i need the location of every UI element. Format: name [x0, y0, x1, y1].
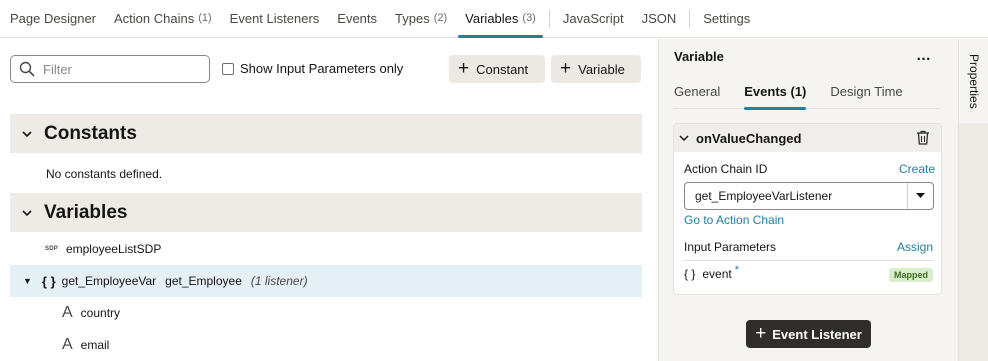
tab-general[interactable]: General [674, 79, 720, 109]
variable-type: get_Employee [165, 274, 242, 288]
mapped-badge: Mapped [889, 268, 934, 282]
tab-label: JSON [641, 10, 677, 26]
plus-icon: + [560, 57, 572, 79]
filter-input-box[interactable] [10, 55, 210, 83]
properties-rail-tab[interactable]: Properties [959, 39, 988, 123]
action-chain-select[interactable]: get_EmployeeVarListener [684, 182, 934, 210]
chevron-down-icon [22, 130, 34, 138]
properties-title: Variable [674, 49, 724, 64]
section-title: Constants [44, 122, 137, 144]
tab-events[interactable]: Events [328, 0, 386, 37]
chevron-down-icon [22, 209, 34, 217]
tab-json[interactable]: JSON [633, 0, 686, 37]
object-icon: { } [41, 273, 56, 289]
field-name: email [80, 338, 110, 352]
param-name: event [702, 267, 732, 281]
no-constants-message: No constants defined. [46, 167, 163, 181]
select-value: get_EmployeeVarListener [695, 189, 833, 203]
tab-label: Settings [703, 10, 751, 26]
object-icon: { } [684, 267, 696, 281]
button-label: Variable [578, 61, 625, 77]
field-row-email[interactable]: A email [10, 329, 642, 361]
constants-section-header[interactable]: Constants [10, 114, 642, 153]
designer-tab-bar: Page Designer Action Chains (1) Event Lis… [0, 0, 988, 38]
listener-count: (1 listener) [250, 274, 308, 288]
filter-input[interactable] [43, 61, 193, 77]
tab-page-designer[interactable]: Page Designer [0, 0, 105, 37]
sdp-icon: SDP [45, 246, 58, 252]
add-constant-button[interactable]: + Constant [449, 55, 545, 83]
search-icon [19, 61, 35, 77]
event-name: onValueChanged [696, 130, 802, 146]
assign-link[interactable]: Assign [897, 240, 933, 254]
properties-panel: Variable … General Events (1) Design Tim… [658, 39, 958, 361]
checkbox-label: Show Input Parameters only [240, 61, 404, 76]
tab-label: Variables [465, 10, 519, 26]
tab-label: Page Designer [10, 10, 96, 26]
tab-settings[interactable]: Settings [694, 0, 759, 37]
required-marker: * [734, 264, 739, 276]
field-row-country[interactable]: A country [10, 297, 642, 329]
event-card-header[interactable]: onValueChanged [674, 124, 941, 152]
go-to-action-chain-link[interactable]: Go to Action Chain [684, 213, 784, 227]
create-link[interactable]: Create [899, 162, 935, 176]
string-type-icon: A [62, 336, 73, 353]
tab-label: JavaScript [562, 10, 624, 26]
add-variable-button[interactable]: + Variable [551, 55, 641, 83]
show-input-params-checkbox[interactable]: Show Input Parameters only [222, 61, 403, 76]
tab-label: Event Listeners [229, 10, 320, 26]
checkbox-box[interactable] [222, 62, 234, 75]
dropdown-arrow-icon[interactable] [907, 183, 933, 209]
tab-label: Action Chains [114, 10, 195, 26]
rail-background [959, 123, 988, 361]
string-type-icon: A [62, 304, 73, 321]
tab-count: (1) [198, 12, 212, 24]
param-row-event[interactable]: { } event * [684, 264, 739, 281]
variable-row-employeelistsdp[interactable]: SDP employeeListSDP [10, 233, 642, 265]
more-actions-icon[interactable]: … [916, 47, 932, 64]
tab-variables[interactable]: Variables (3) [456, 0, 545, 38]
divider [684, 260, 934, 261]
variables-panel: Show Input Parameters only + Constant + … [0, 39, 658, 361]
rail-label: Properties [967, 53, 981, 109]
chevron-down-icon[interactable] [679, 134, 689, 142]
variables-section-header[interactable]: Variables [10, 193, 642, 232]
field-name: country [80, 306, 121, 320]
event-card: onValueChanged Action Chain ID Create ge… [673, 123, 942, 295]
tab-count: (2) [433, 12, 448, 24]
right-rail: Properties [958, 39, 988, 361]
button-label: Event Listener [772, 326, 862, 342]
variable-name: get_EmployeeVar [61, 274, 157, 288]
tab-types[interactable]: Types (2) [386, 0, 456, 37]
tab-action-chains[interactable]: Action Chains (1) [105, 0, 221, 37]
plus-icon: + [755, 322, 767, 344]
variable-row-get-employeevar[interactable]: ▼ { } get_EmployeeVar get_Employee (1 li… [10, 265, 642, 297]
section-title: Variables [44, 201, 128, 223]
action-chain-id-label: Action Chain ID [684, 162, 768, 176]
tab-label: Events [337, 10, 378, 26]
properties-tabs: General Events (1) Design Time [674, 79, 940, 110]
tab-events[interactable]: Events (1) [744, 79, 807, 110]
input-parameters-label: Input Parameters [684, 240, 777, 254]
add-event-listener-button[interactable]: + Event Listener [746, 320, 871, 348]
expand-triangle-icon[interactable]: ▼ [23, 276, 32, 286]
trash-icon[interactable] [916, 130, 930, 148]
tab-separator [548, 9, 550, 28]
tab-separator [689, 9, 691, 28]
tab-count: (3) [522, 12, 536, 24]
tab-event-listeners[interactable]: Event Listeners [221, 0, 329, 37]
variable-name: employeeListSDP [65, 242, 162, 256]
tab-javascript[interactable]: JavaScript [554, 0, 633, 37]
tab-label: Types [395, 10, 430, 26]
button-label: Constant [476, 61, 529, 77]
tab-design-time[interactable]: Design Time [830, 79, 902, 109]
plus-icon: + [458, 57, 470, 79]
